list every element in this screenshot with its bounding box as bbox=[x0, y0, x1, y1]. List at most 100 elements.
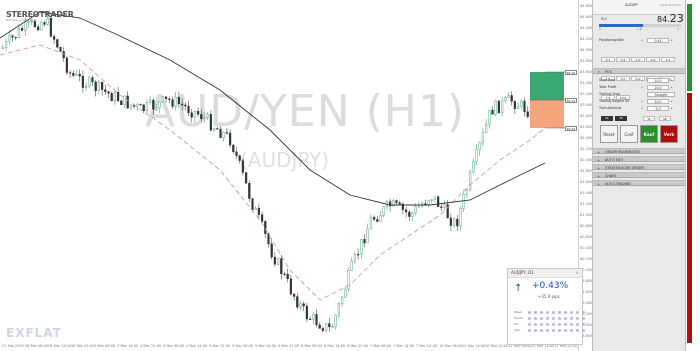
time-axis-label: 4 Mar 14:00 bbox=[186, 344, 208, 348]
price-chart[interactable]: AUD/YEN (H1) (AUDJPY) STEREOTRADER Windo… bbox=[0, 0, 578, 351]
candle-body bbox=[94, 81, 97, 91]
price-axis-label: 80.600 bbox=[580, 235, 593, 239]
candle-body bbox=[523, 100, 526, 112]
decrease-icon[interactable]: ◂ bbox=[641, 106, 644, 110]
candle-body bbox=[158, 101, 161, 109]
candle-body bbox=[296, 296, 299, 308]
increase-icon[interactable]: ▸ bbox=[671, 85, 674, 89]
candle-body bbox=[526, 111, 529, 117]
candle-body bbox=[453, 218, 456, 226]
candle-body bbox=[283, 273, 286, 275]
lot-size-button[interactable]: 0.5 bbox=[616, 57, 630, 62]
take-profit-zone bbox=[530, 72, 564, 100]
candle-body bbox=[123, 95, 126, 106]
increase-icon[interactable]: ▸ bbox=[671, 106, 674, 110]
candle-body bbox=[443, 204, 446, 208]
price-axis-label: 84.800 bbox=[580, 4, 593, 8]
tl-toggle[interactable]: TL bbox=[643, 116, 655, 121]
candle-body bbox=[277, 258, 280, 265]
price-axis-label: 81.800 bbox=[580, 169, 593, 173]
trading-panel[interactable]: AUDJPY Default Order Bid 84.23 0 1.6 3 P… bbox=[592, 0, 686, 351]
tp-toggle[interactable]: TP bbox=[615, 116, 627, 121]
candle-body bbox=[302, 303, 305, 307]
time-axis-label: 10 Mar 06:00 bbox=[439, 344, 463, 348]
price-axis-label: 82.000 bbox=[580, 158, 593, 162]
candle-body bbox=[299, 303, 302, 308]
stop-loss-label: Stop Loss bbox=[599, 78, 616, 82]
candle-body bbox=[312, 314, 315, 320]
sell-button[interactable]: Verk bbox=[660, 125, 678, 143]
performance-widget[interactable]: AUDJPY, D1 × ↑ +0.43% +35.9 pips Week Mon… bbox=[507, 268, 585, 345]
candle-body bbox=[72, 72, 75, 76]
price-axis-label: 82.400 bbox=[580, 136, 593, 140]
candle-body bbox=[161, 96, 164, 102]
lot-size-button[interactable]: 0.1 bbox=[601, 57, 615, 62]
reset-button[interactable]: Reset bbox=[600, 125, 618, 143]
time-axis-label: 5 Mar 22:00 bbox=[278, 344, 300, 348]
candle-body bbox=[475, 149, 478, 162]
time-axis-label: 7 Mar 14:00 bbox=[393, 344, 415, 348]
performance-dot bbox=[570, 310, 573, 314]
pos-section-label: POS bbox=[605, 70, 612, 74]
candle-body bbox=[8, 35, 11, 42]
position-size-input[interactable]: 0.44 bbox=[647, 37, 669, 43]
sl-toggle[interactable]: SL bbox=[601, 116, 613, 121]
decrease-icon[interactable]: ◂ bbox=[641, 38, 644, 42]
lot-size-button[interactable]: 1.5 bbox=[661, 57, 675, 62]
close-icon[interactable]: × bbox=[576, 269, 579, 277]
increase-icon[interactable]: ▸ bbox=[671, 38, 674, 42]
decrease-icon[interactable]: ◂ bbox=[641, 78, 644, 82]
increase-icon[interactable]: ▸ bbox=[671, 78, 674, 82]
position-size-label: Positionsgröße bbox=[599, 38, 624, 42]
trailing-begin-input[interactable]: 10.0 bbox=[647, 98, 669, 104]
position-size-row: Positionsgröße ◂ 0.44 ▸ bbox=[599, 37, 681, 43]
candle-body bbox=[411, 212, 414, 217]
performance-dot bbox=[552, 328, 555, 332]
performance-dot bbox=[570, 322, 573, 326]
confirm-button[interactable]: Conf bbox=[620, 125, 638, 143]
candle-body bbox=[520, 100, 523, 107]
candle-body bbox=[405, 209, 408, 213]
entry-tag[interactable]: 83.72 bbox=[565, 98, 577, 103]
panel-section[interactable]: ▸ STRATEGISCHE ORDER bbox=[593, 164, 685, 170]
order-mode[interactable]: Default Order bbox=[661, 3, 681, 7]
performance-row: Year bbox=[514, 327, 588, 333]
candle-body bbox=[510, 95, 513, 102]
price-axis-label: 83.200 bbox=[580, 92, 593, 96]
candle-body bbox=[462, 194, 465, 209]
decrease-icon[interactable]: ◂ bbox=[641, 85, 644, 89]
expand-icon: ▸ bbox=[598, 182, 600, 186]
candle-body bbox=[244, 172, 248, 184]
performance-dot bbox=[528, 322, 531, 326]
panel-section[interactable]: ▸ AUTO EXIT bbox=[593, 156, 685, 162]
performance-row-label: Qtr bbox=[514, 322, 519, 326]
trail-distance-input[interactable]: 5.0 bbox=[647, 105, 669, 111]
performance-dot bbox=[576, 328, 579, 332]
panel-section[interactable]: ▸ ORDER BEARBEITEN bbox=[593, 148, 685, 154]
candle-body bbox=[270, 243, 273, 258]
performance-grid: Week Month Qtr Year bbox=[514, 309, 588, 333]
lot-size-button[interactable]: 1.0 bbox=[631, 57, 645, 62]
candle-body bbox=[478, 142, 481, 151]
candle-body bbox=[180, 103, 184, 106]
time-axis-label: 10 Mar 14:00 bbox=[462, 344, 486, 348]
stop-loss-tag[interactable]: 83.42 bbox=[565, 126, 577, 131]
candle-body bbox=[363, 239, 366, 244]
buy-button[interactable]: Kauf bbox=[640, 125, 658, 143]
trailing-stop-select[interactable]: Straight bbox=[647, 91, 675, 97]
pos-section[interactable]: ▾ POS bbox=[593, 68, 685, 74]
candle-body bbox=[53, 36, 56, 40]
take-profit-input[interactable]: 20.0 bbox=[647, 84, 669, 90]
stop-loss-input[interactable]: 10.0 bbox=[647, 77, 669, 83]
increase-icon[interactable]: ▸ bbox=[671, 99, 674, 103]
lot-size-button[interactable]: 2.0 bbox=[646, 57, 660, 62]
se-toggle[interactable]: SE bbox=[659, 116, 671, 121]
candle-body bbox=[187, 105, 190, 114]
time-axis-label: 4 Mar 06:00 bbox=[163, 344, 185, 348]
time-axis-label: 28 Feb 14:00 bbox=[48, 344, 71, 348]
decrease-icon[interactable]: ◂ bbox=[641, 99, 644, 103]
panel-section[interactable]: ▸ AUTO-TRADING bbox=[593, 180, 685, 186]
panel-section[interactable]: ▸ CHART bbox=[593, 172, 685, 178]
take-profit-tag[interactable]: 84.16 bbox=[565, 70, 577, 75]
price-label: Bid bbox=[601, 17, 607, 21]
